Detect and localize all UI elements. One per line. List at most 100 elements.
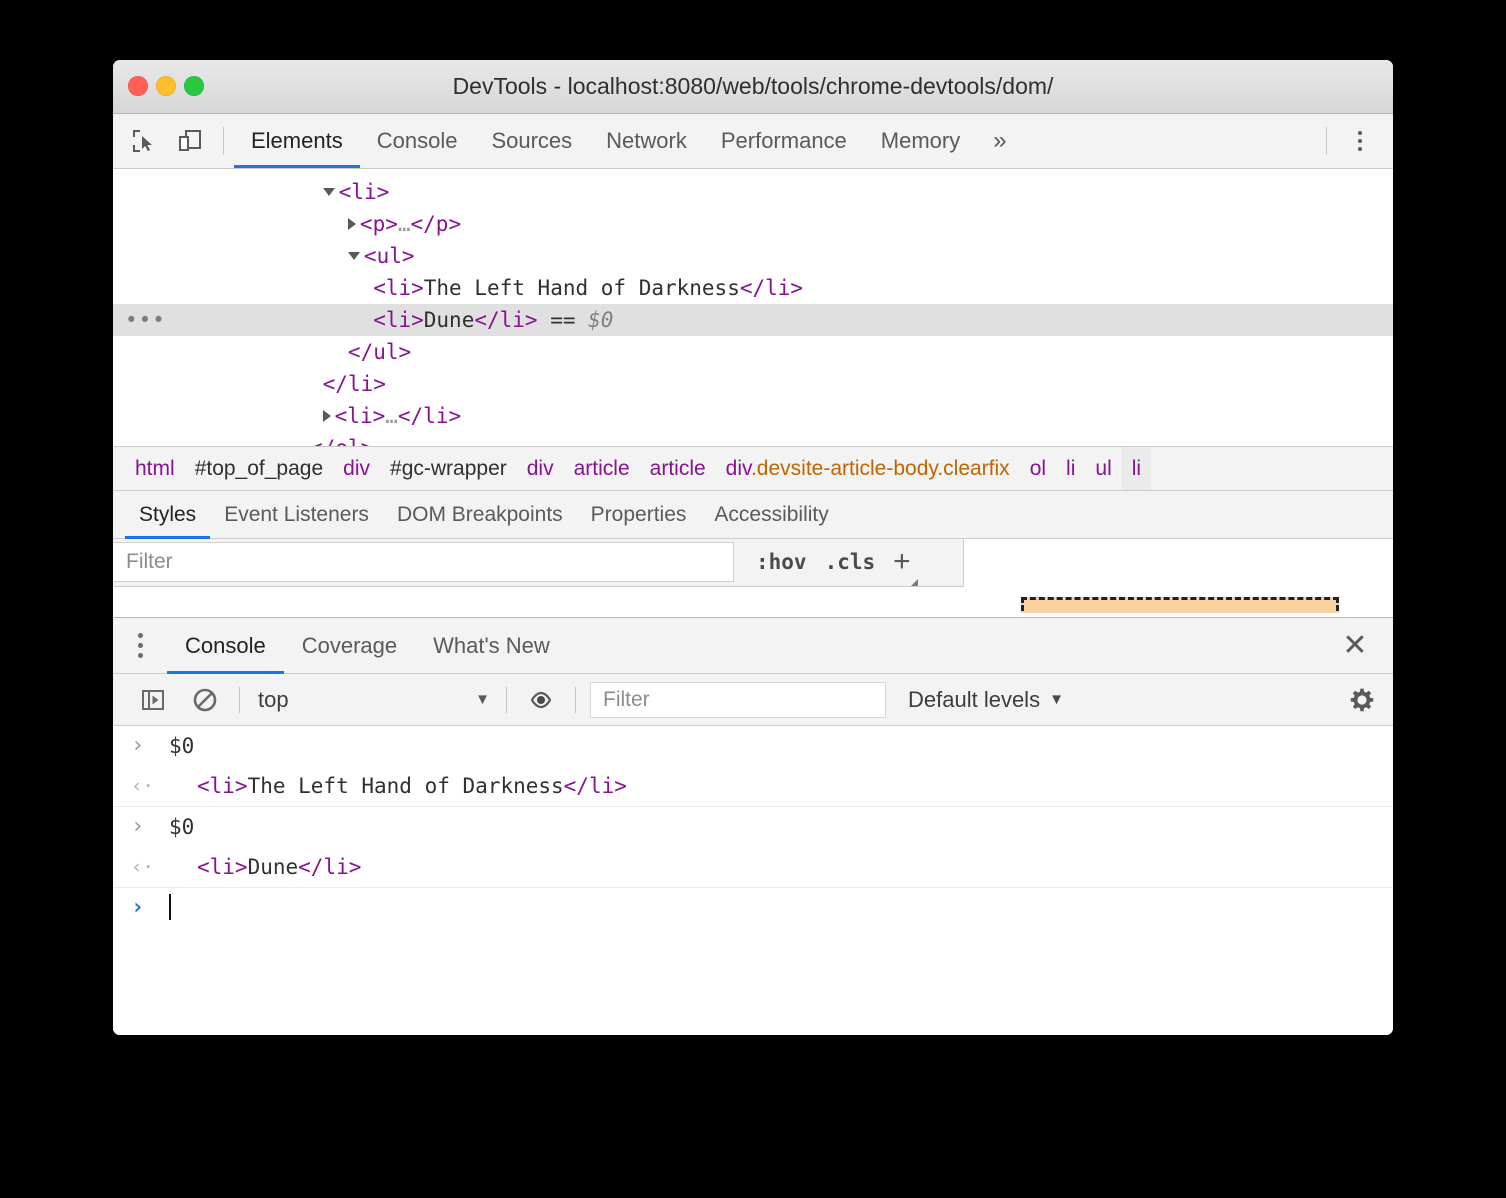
clear-console-icon[interactable]: [179, 687, 231, 713]
dom-tree[interactable]: <li> <p>…</p> <ul> <li>The Left Hand of Dar…: [113, 169, 1393, 447]
drawer-tab-whats-new[interactable]: What's New: [415, 618, 568, 673]
breadcrumb-item[interactable]: #gc-wrapper: [380, 447, 517, 490]
dom-tree-row[interactable]: <li>The Left Hand of Darkness</li>: [113, 272, 1393, 304]
breadcrumb-label: article: [649, 456, 706, 480]
devtools-window: DevTools - localhost:8080/web/tools/chro…: [113, 60, 1393, 1035]
tab-elements[interactable]: Elements: [234, 114, 360, 168]
tab-label: DOM Breakpoints: [396, 502, 563, 526]
dom-tree-row[interactable]: <li>: [113, 176, 1393, 208]
breadcrumb-item[interactable]: div: [333, 447, 380, 490]
dom-tag: <li>: [334, 404, 386, 428]
execution-context-select[interactable]: top ▼: [248, 687, 498, 713]
box-model-diagram: [1021, 597, 1339, 613]
console-output-row[interactable]: ‹· <li>The Left Hand of Darkness</li>: [113, 766, 1393, 807]
tab-dom-breakpoints[interactable]: DOM Breakpoints: [383, 491, 577, 538]
drawer-tab-coverage[interactable]: Coverage: [284, 618, 415, 673]
dom-tag: </li>: [397, 404, 462, 428]
output-arrow-icon: ‹·: [131, 775, 154, 797]
dom-tag: </li>: [322, 372, 386, 396]
drawer-tab-console[interactable]: Console: [167, 618, 284, 674]
breadcrumb-label: li: [1066, 456, 1076, 480]
dom-tree-row[interactable]: </ul>: [113, 336, 1393, 368]
console-message-list[interactable]: › $0 ‹· <li>The Left Hand of Darkness</li> ›…: [113, 726, 1393, 1035]
dom-tag: <p>: [359, 212, 398, 236]
tab-properties[interactable]: Properties: [577, 491, 701, 538]
breadcrumb-item[interactable]: html: [125, 447, 185, 490]
tab-label: Memory: [880, 128, 961, 153]
drawer-kebab-menu-icon[interactable]: [113, 618, 167, 673]
breadcrumb-item[interactable]: article: [640, 447, 716, 490]
dom-text: Dune: [423, 308, 475, 332]
dom-tree-row[interactable]: <li>…</li>: [113, 400, 1393, 432]
tab-label: What's New: [433, 632, 550, 658]
breadcrumb-item[interactable]: article: [564, 447, 640, 490]
styles-filter-input[interactable]: Filter: [113, 542, 734, 582]
dom-tag: </li>: [739, 276, 804, 300]
tab-event-listeners[interactable]: Event Listeners: [210, 491, 383, 538]
console-message-text: $0: [161, 807, 194, 847]
breadcrumb-item[interactable]: ol: [1020, 447, 1056, 490]
tab-accessibility[interactable]: Accessibility: [700, 491, 842, 538]
console-prompt-input[interactable]: [161, 888, 171, 928]
dom-tree-row[interactable]: </li>: [113, 368, 1393, 400]
tab-sources[interactable]: Sources: [474, 114, 589, 168]
breadcrumb[interactable]: html #top_of_page div #gc-wrapper div article…: [113, 447, 1393, 491]
dom-tag: </li>: [298, 855, 362, 879]
tab-network[interactable]: Network: [589, 114, 704, 168]
dom-tree-row[interactable]: ••• <li>Dune</li> == $0: [113, 304, 1393, 336]
tab-label: Network: [606, 128, 687, 153]
console-input-row[interactable]: › $0: [113, 807, 1393, 847]
breadcrumb-label: ol: [1029, 456, 1047, 480]
console-output-row[interactable]: ‹· <li>Dune</li>: [113, 847, 1393, 888]
toolbar-divider: [239, 686, 240, 713]
breadcrumb-label: #top_of_page: [194, 456, 324, 480]
breadcrumb-item[interactable]: div.devsite-article-body.clearfix: [716, 447, 1020, 490]
breadcrumb-item[interactable]: ul: [1085, 447, 1121, 490]
more-tabs-button[interactable]: »: [977, 114, 1022, 168]
gear-icon[interactable]: [1331, 686, 1393, 714]
tab-performance[interactable]: Performance: [704, 114, 864, 168]
dom-tree-row[interactable]: <p>…</p>: [113, 208, 1393, 240]
breadcrumb-tag: div: [725, 456, 751, 480]
breadcrumb-item[interactable]: div: [517, 447, 564, 490]
toggle-hov-button[interactable]: :hov: [756, 550, 807, 574]
execution-context-value: top: [258, 686, 289, 712]
dom-text: $0: [169, 815, 195, 839]
toggle-cls-button[interactable]: .cls: [825, 550, 876, 574]
new-style-rule-button[interactable]: +: [893, 547, 918, 586]
expand-triangle-icon[interactable]: [347, 218, 356, 230]
tab-styles[interactable]: Styles: [125, 491, 211, 539]
dom-text: ==: [537, 308, 589, 332]
styles-sidebar-tabs: Styles Event Listeners DOM Breakpoints P…: [113, 491, 1393, 539]
tab-memory[interactable]: Memory: [864, 114, 977, 168]
dom-tree-row[interactable]: </ol>: [113, 432, 1393, 446]
collapse-triangle-icon[interactable]: [347, 252, 360, 260]
expand-triangle-icon[interactable]: [322, 410, 331, 422]
device-toolbar-icon[interactable]: [167, 114, 213, 168]
dom-text: $0: [169, 734, 195, 758]
dom-text: …: [385, 404, 398, 428]
tab-label: Elements: [251, 128, 343, 153]
breadcrumb-item[interactable]: li: [1121, 447, 1152, 490]
dom-text: The Left Hand of Darkness: [247, 774, 564, 798]
close-icon[interactable]: ✕: [1323, 618, 1387, 673]
console-prompt-row[interactable]: ›: [113, 888, 1393, 928]
dom-tree-row[interactable]: <ul>: [113, 240, 1393, 272]
styles-toggles: :hov .cls +: [734, 539, 918, 586]
dom-tag: <ul>: [363, 244, 415, 268]
console-sidebar-icon[interactable]: [127, 687, 179, 713]
kebab-menu-icon[interactable]: [1337, 114, 1383, 168]
console-drawer: Console Coverage What's New ✕ top ▼ Filt…: [113, 617, 1393, 1035]
breadcrumb-item[interactable]: #top_of_page: [185, 447, 333, 490]
tab-console[interactable]: Console: [360, 114, 475, 168]
toolbar-divider-right: [1326, 127, 1327, 155]
breadcrumb-item[interactable]: li: [1056, 447, 1085, 490]
dom-text: Dune: [247, 855, 299, 879]
log-levels-select[interactable]: Default levels ▼: [886, 687, 1064, 713]
console-input-row[interactable]: › $0: [113, 726, 1393, 766]
computed-pane: [964, 539, 1393, 613]
inspect-element-icon[interactable]: [121, 114, 167, 168]
collapse-triangle-icon[interactable]: [322, 188, 335, 196]
console-filter-input[interactable]: Filter: [590, 681, 886, 718]
live-expression-icon[interactable]: [515, 686, 567, 714]
